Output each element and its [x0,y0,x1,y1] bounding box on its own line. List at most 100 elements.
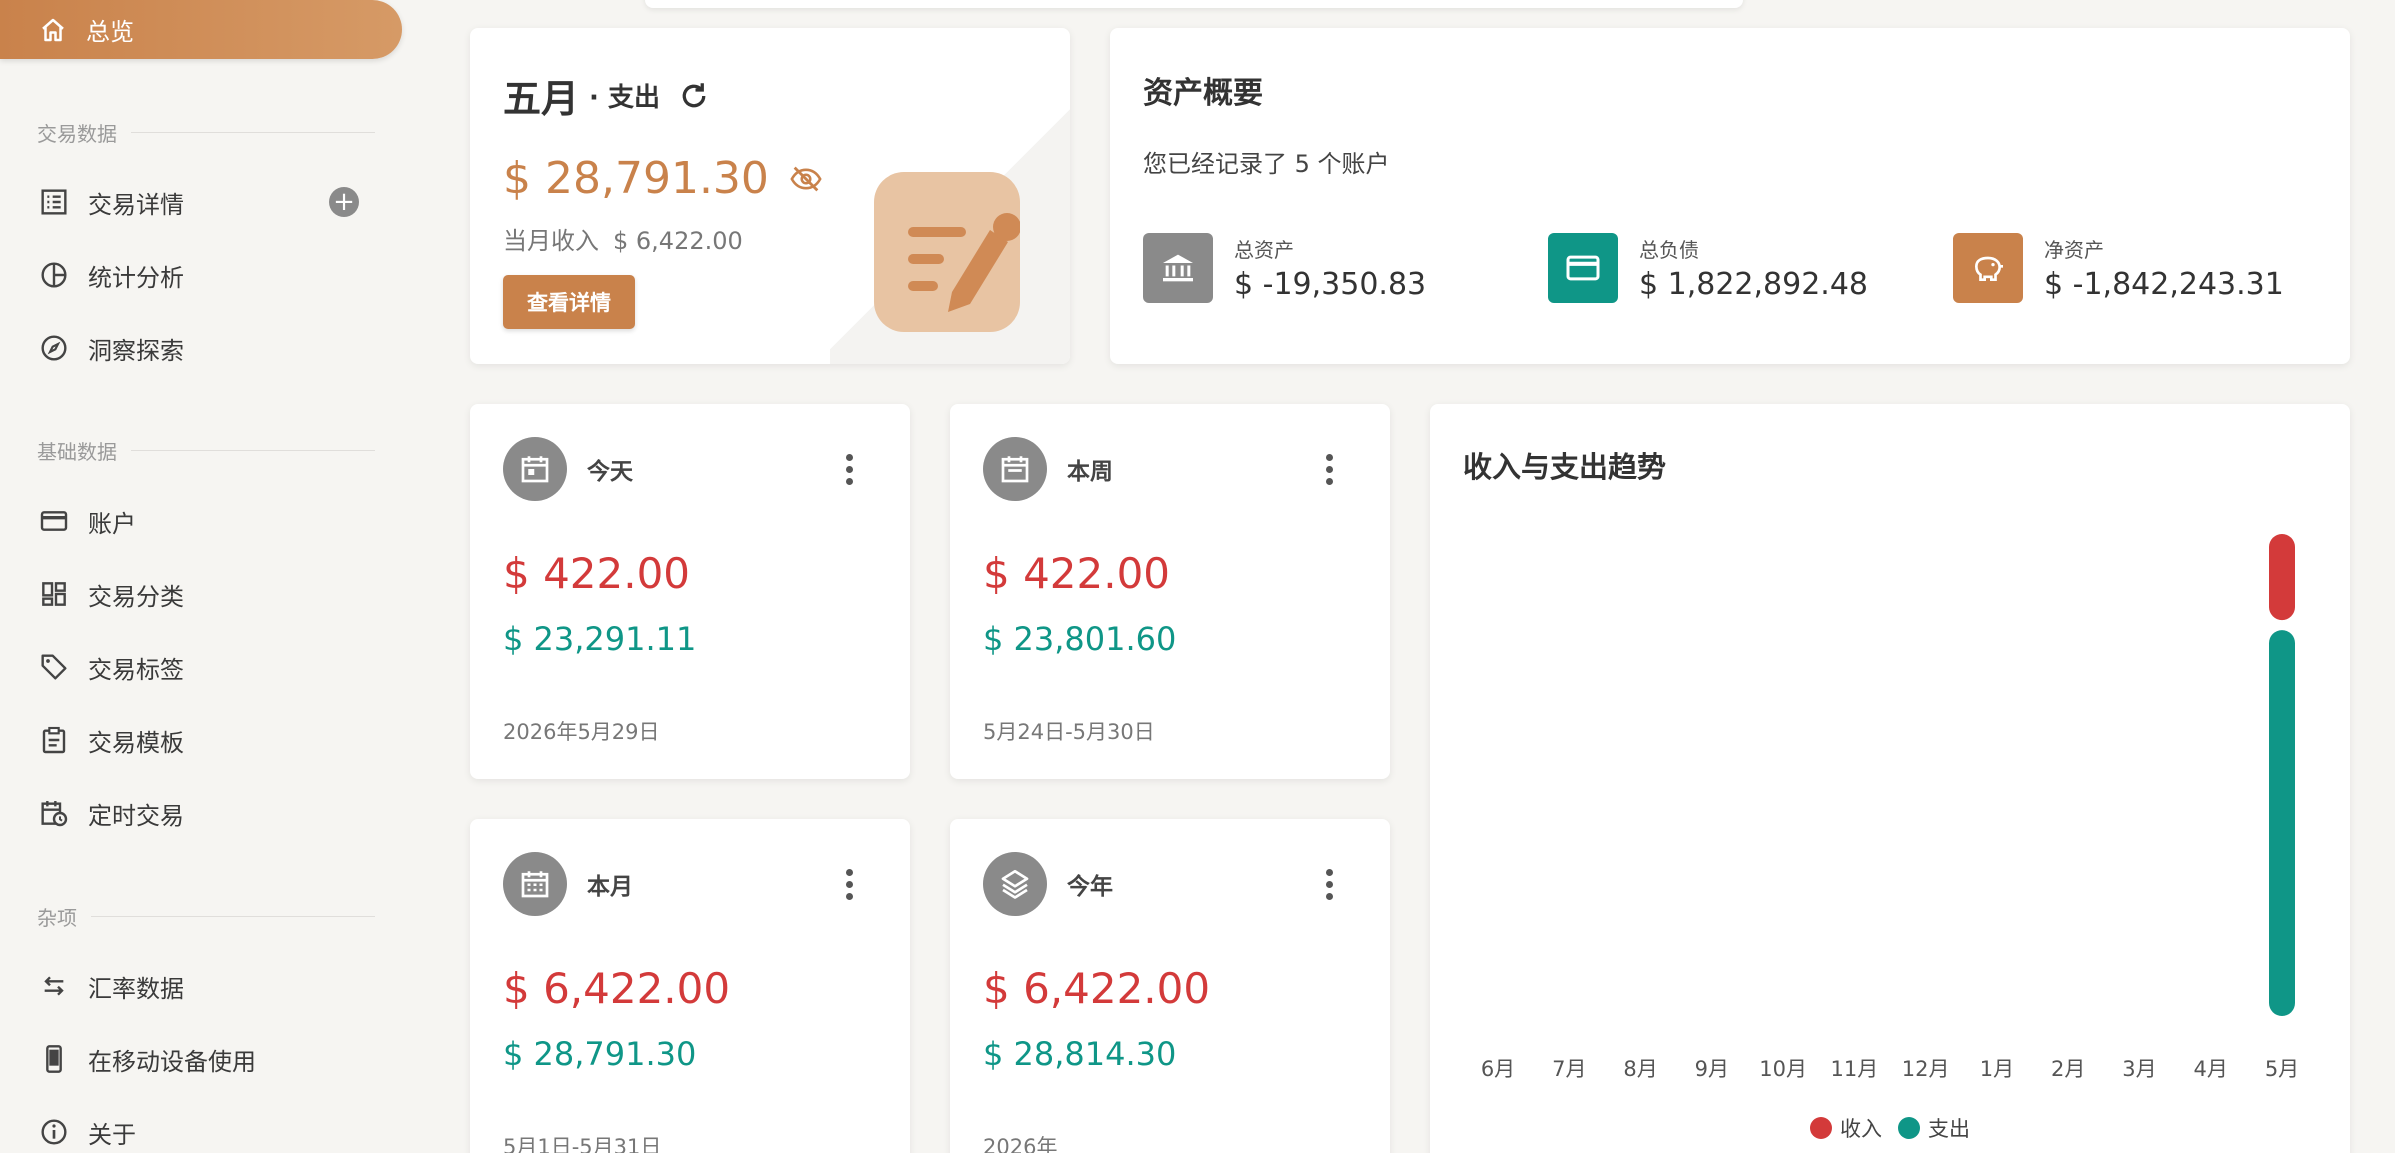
nav-label: 在移动设备使用 [88,1047,256,1076]
legend-label: 收入 [1840,1117,1882,1141]
stat-income: $ 28,814.30 [983,1035,1177,1073]
stat-income: $ 28,791.30 [503,1035,697,1073]
month-title: 五月 · 支出 [503,68,712,123]
nav-label: 交易分类 [88,582,184,611]
calendar-clock-icon [37,796,71,830]
x-tick-label: 8月 [1623,1057,1657,1081]
compass-icon [37,331,71,365]
legend-item-expense[interactable]: 支出 [1898,1113,1970,1143]
x-tick-label: 3月 [2122,1057,2156,1081]
stat-card-week[interactable]: 本周 $ 422.00 $ 23,801.60 5月24日-5月30日 [950,404,1390,779]
bank-icon [1143,233,1213,303]
asset-label: 总资产 [1234,238,1294,262]
pie-chart-icon [37,258,71,292]
total-assets: 总资产 $ -19,350.83 [1143,233,1426,303]
nav-scheduled[interactable]: 定时交易 [37,785,377,841]
nav-label: 统计分析 [88,263,184,292]
credit-card-icon [37,504,71,538]
nav-insights[interactable]: 洞察探索 [37,320,377,376]
x-tick-label: 12月 [1902,1057,1950,1081]
nav-statistics[interactable]: 统计分析 [37,247,377,303]
more-menu-button[interactable] [846,869,854,905]
info-icon [37,1115,71,1149]
nav-label: 洞察探索 [88,336,184,365]
month-income: 当月收入 $ 6,422.00 [503,221,743,256]
top-card-edge [645,0,1743,8]
refresh-icon[interactable] [676,78,712,114]
clipboard-icon [37,723,71,757]
asset-label: 净资产 [2044,238,2104,262]
stat-expense: $ 422.00 [503,549,691,598]
stat-title: 今天 [587,459,633,485]
x-tick-label: 6月 [1481,1057,1515,1081]
stat-expense: $ 422.00 [983,549,1171,598]
more-menu-button[interactable] [1326,869,1334,905]
section-title: 杂项 [37,902,375,931]
asset-value: $ -19,350.83 [1234,267,1427,302]
stat-income: $ 23,801.60 [983,620,1177,658]
legend-label: 支出 [1928,1117,1970,1141]
bar-expense[interactable] [2269,630,2295,1016]
more-menu-button[interactable] [1326,454,1334,490]
nav-label: 账户 [88,509,136,538]
month-type: · 支出 [589,83,660,113]
stat-income: $ 23,291.11 [503,620,697,658]
stat-title: 本周 [1067,459,1113,485]
stat-card-year[interactable]: 今年 $ 6,422.00 $ 28,814.30 2026年 [950,819,1390,1153]
credit-card-icon [1548,233,1618,303]
assets-overview-card: 资产概要 您已经记录了 5 个账户 总资产 $ -19,350.83 总负债 $ 1… [1110,28,2350,364]
nav-transaction-details[interactable]: 交易详情 + [37,174,377,230]
x-tick-label: 2月 [2051,1057,2085,1081]
trend-chart-card: 收入与支出趋势 6月 7月 8月 9月 10月 11月 12月 1月 2月 3月 4月 5月 收入 支… [1430,404,2350,1153]
asset-value: $ 1,822,892.48 [1639,267,1869,302]
month-expense-amount: $ 28,791.30 [503,153,823,204]
x-tick-label: 5月 [2265,1057,2299,1081]
stat-title: 今年 [1067,874,1113,900]
nav-label: 关于 [88,1120,136,1149]
view-details-button[interactable]: 查看详情 [503,275,635,329]
stat-title: 本月 [587,874,633,900]
more-menu-button[interactable] [846,454,854,490]
net-assets: 净资产 $ -1,842,243.31 [1953,233,2284,303]
income-label: 当月收入 [503,227,599,255]
eye-off-icon[interactable] [789,162,823,196]
stat-card-month[interactable]: 本月 $ 6,422.00 $ 28,791.30 5月1日-5月31日 [470,819,910,1153]
nav-exchange-rates[interactable]: 汇率数据 [37,958,377,1014]
list-icon [37,185,71,219]
x-tick-label: 1月 [1980,1057,2014,1081]
tag-icon [37,650,71,684]
stat-expense: $ 6,422.00 [503,964,731,1013]
bar-income[interactable] [2269,534,2295,621]
nav-label: 定时交易 [88,801,184,830]
calendar-month-icon [503,852,567,916]
legend-item-income[interactable]: 收入 [1810,1113,1882,1143]
x-tick-label: 10月 [1759,1057,1807,1081]
swap-icon [37,969,71,1003]
piggy-bank-icon [1953,233,2023,303]
phone-icon [37,1042,71,1076]
nav-templates[interactable]: 交易模板 [37,712,377,768]
nav-tags[interactable]: 交易标签 [37,639,377,695]
stat-expense: $ 6,422.00 [983,964,1211,1013]
nav-about[interactable]: 关于 [37,1104,377,1153]
nav-categories[interactable]: 交易分类 [37,566,377,622]
chart-legend: 收入 支出 [1430,1113,2350,1143]
section-title: 交易数据 [37,118,375,147]
home-icon [42,18,64,41]
nav-mobile[interactable]: 在移动设备使用 [37,1031,377,1087]
nav-accounts[interactable]: 账户 [37,493,377,549]
nav-label: 交易标签 [88,655,184,684]
section-title: 基础数据 [37,436,375,465]
assets-subtitle: 您已经记录了 5 个账户 [1143,150,1390,178]
expense-value: $ 28,791.30 [503,153,769,204]
trend-chart: 6月 7月 8月 9月 10月 11月 12月 1月 2月 3月 4月 5月 [1481,534,2299,1081]
total-liabilities: 总负债 $ 1,822,892.48 [1548,233,1868,303]
stat-date: 2026年5月29日 [503,720,660,744]
monthly-expense-card: 五月 · 支出 $ 28,791.30 当月收入 $ 6,422.00 查看详情 [470,28,1070,364]
add-transaction-button[interactable]: + [329,187,359,217]
layers-icon [983,852,1047,916]
legend-dot [1898,1117,1920,1139]
nav-overview[interactable]: 总览 [0,0,402,59]
stat-card-today[interactable]: 今天 $ 422.00 $ 23,291.11 2026年5月29日 [470,404,910,779]
legend-dot [1810,1117,1832,1139]
